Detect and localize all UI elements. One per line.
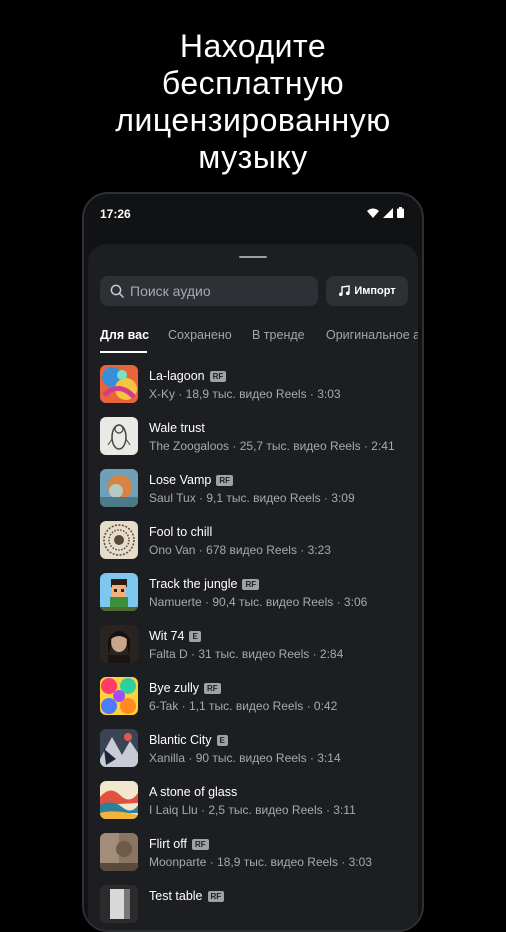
track-row[interactable]: Lose Vamp RF Saul Tux · 9,1 тыс. видео R…	[88, 469, 418, 521]
search-placeholder: Поиск аудио	[130, 283, 211, 299]
music-note-icon	[339, 285, 351, 297]
track-title: Wit 74	[149, 629, 185, 643]
track-cover	[100, 365, 138, 403]
track-title: Fool to chill	[149, 525, 213, 539]
tab-for-you[interactable]: Для вас	[100, 328, 149, 342]
track-meta: Xanilla · 90 тыс. видео Reels · 3:14	[149, 751, 341, 765]
royalty-free-badge: RF	[216, 474, 233, 486]
promo-headline: Находите бесплатную лицензированную музы…	[0, 28, 506, 176]
wifi-icon	[367, 208, 379, 218]
track-row[interactable]: Test table RF	[88, 885, 418, 930]
track-cover	[100, 677, 138, 715]
track-cover	[100, 885, 138, 923]
track-row[interactable]: Wale trust The Zoogaloos · 25,7 тыс. вид…	[88, 417, 418, 469]
track-cover	[100, 417, 138, 455]
royalty-free-badge: RF	[191, 838, 209, 850]
tab-trending[interactable]: В тренде	[252, 328, 305, 342]
royalty-free-badge: RF	[209, 370, 227, 382]
track-meta: Saul Tux · 9,1 тыс. видео Reels · 3:09	[149, 491, 355, 505]
track-meta: The Zoogaloos · 25,7 тыс. видео Reels · …	[149, 439, 395, 453]
tab-original[interactable]: Оригинальное а	[326, 328, 418, 342]
royalty-free-badge: RF	[204, 682, 221, 694]
headline-line: музыку	[198, 139, 308, 175]
track-cover	[100, 833, 138, 871]
status-time: 17:26	[100, 207, 131, 221]
search-input[interactable]: Поиск аудио	[100, 276, 318, 306]
track-cover	[100, 573, 138, 611]
phone-frame: 17:26 Поиск аудио Импорт Для вас Сохране…	[82, 192, 424, 932]
royalty-free-badge: RF	[242, 578, 260, 590]
track-title: Track the jungle	[149, 577, 238, 591]
explicit-badge: E	[216, 734, 228, 746]
tab-saved[interactable]: Сохранено	[168, 328, 232, 342]
track-cover	[100, 625, 138, 663]
explicit-badge: E	[189, 630, 201, 642]
headline-line: Находите	[179, 28, 327, 64]
track-cover	[100, 729, 138, 767]
audio-picker-sheet: Поиск аудио Импорт Для вас Сохранено В т…	[88, 244, 418, 930]
track-row[interactable]: Fool to chill Ono Van · 678 видео Reels …	[88, 521, 418, 573]
track-cover	[100, 781, 138, 819]
track-meta: Namuerte · 90,4 тыс. видео Reels · 3:06	[149, 595, 368, 609]
track-row[interactable]: Bye zully RF 6-Tak · 1,1 тыс. видео Reel…	[88, 677, 418, 729]
track-title: Lose Vamp	[149, 473, 212, 487]
import-button[interactable]: Импорт	[326, 276, 408, 306]
track-row[interactable]: Wit 74 E Falta D · 31 тыс. видео Reels ·…	[88, 625, 418, 677]
track-row[interactable]: Blantic City E Xanilla · 90 тыс. видео R…	[88, 729, 418, 781]
track-title: La-lagoon	[149, 369, 205, 383]
track-cover	[100, 521, 138, 559]
track-meta: Ono Van · 678 видео Reels · 3:23	[149, 543, 331, 557]
track-title: Wale trust	[149, 421, 205, 435]
track-meta: 6-Tak · 1,1 тыс. видео Reels · 0:42	[149, 699, 338, 713]
track-cover	[100, 469, 138, 507]
track-title: Flirt off	[149, 837, 187, 851]
headline-line: бесплатную	[161, 65, 345, 101]
track-row[interactable]: Flirt off RF Moonparte · 18,9 тыс. видео…	[88, 833, 418, 885]
status-icons	[367, 207, 404, 218]
tab-bar: Для вас Сохранено В тренде Оригинальное …	[100, 328, 418, 354]
track-title: Test table	[149, 889, 203, 903]
cellular-signal-icon	[383, 207, 393, 218]
track-row[interactable]: Track the jungle RF Namuerte · 90,4 тыс.…	[88, 573, 418, 625]
track-title: Bye zully	[149, 681, 200, 695]
status-bar: 17:26	[84, 194, 422, 234]
track-title: A stone of glass	[149, 785, 238, 799]
track-title: Blantic City	[149, 733, 212, 747]
track-meta: Falta D · 31 тыс. видео Reels · 2:84	[149, 647, 344, 661]
track-row[interactable]: La-lagoon RF X-Ky · 18,9 тыс. видео Reel…	[88, 365, 418, 417]
active-tab-indicator	[100, 351, 147, 353]
import-label: Импорт	[354, 285, 396, 297]
track-meta: X-Ky · 18,9 тыс. видео Reels · 3:03	[149, 387, 341, 401]
battery-icon	[397, 207, 404, 218]
track-meta: Moonparte · 18,9 тыс. видео Reels · 3:03	[149, 855, 372, 869]
track-meta: I Laiq Llu · 2,5 тыс. видео Reels · 3:11	[149, 803, 356, 817]
track-row[interactable]: A stone of glass I Laiq Llu · 2,5 тыс. в…	[88, 781, 418, 833]
headline-line: лицензированную	[115, 102, 391, 138]
sheet-drag-handle[interactable]	[239, 256, 267, 258]
search-icon	[110, 284, 124, 298]
